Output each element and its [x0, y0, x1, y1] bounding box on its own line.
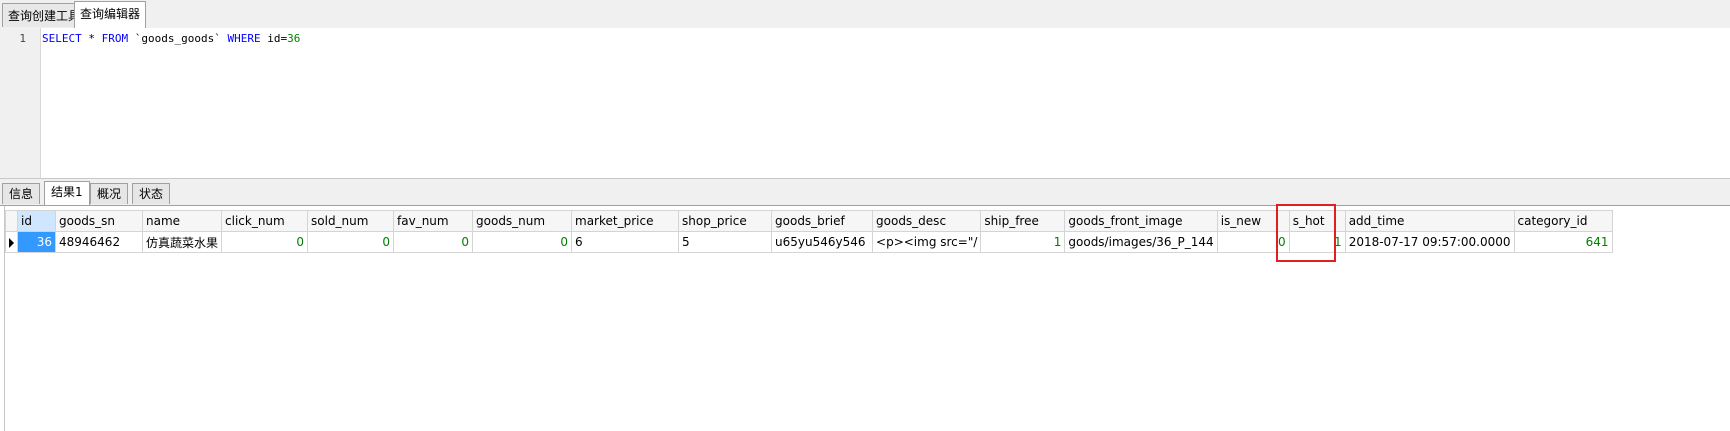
result-grid[interactable]: id goods_sn name click_num sold_num fav_… — [5, 210, 1613, 253]
sql-condition-value: 36 — [287, 32, 301, 45]
cell-shop-price[interactable]: 5 — [678, 231, 773, 253]
column-header-category-id[interactable]: category_id — [1513, 210, 1613, 232]
cell-id[interactable]: 36 — [17, 231, 56, 253]
sql-table-name: `goods_goods` — [128, 32, 228, 45]
annotation-highlight-box — [1276, 204, 1336, 262]
tab-profile[interactable]: 概况 — [90, 183, 129, 204]
tab-status[interactable]: 状态 — [132, 183, 171, 204]
column-header-shop-price[interactable]: shop_price — [678, 210, 773, 232]
cell-fav-num[interactable]: 0 — [393, 231, 474, 253]
sql-code-line[interactable]: SELECT * FROM `goods_goods` WHERE id=36 — [42, 32, 300, 45]
column-header-id[interactable]: id — [17, 210, 56, 232]
column-header-goods-num[interactable]: goods_num — [472, 210, 573, 232]
line-number-gutter: 1 — [0, 28, 41, 178]
tab-info[interactable]: 信息 — [2, 183, 41, 204]
column-header-fav-num[interactable]: fav_num — [393, 210, 474, 232]
current-row-indicator — [5, 231, 18, 253]
sql-condition-field: id= — [260, 32, 288, 45]
column-header-goods-sn[interactable]: goods_sn — [55, 210, 143, 232]
sql-editor[interactable]: 1 SELECT * FROM `goods_goods` WHERE id=3… — [0, 28, 1730, 179]
column-header-goods-brief[interactable]: goods_brief — [771, 210, 874, 232]
cell-add-time[interactable]: 2018-07-17 09:57:00.0000 — [1344, 231, 1515, 253]
column-header-name[interactable]: name — [141, 210, 223, 232]
column-header-goods-front-image[interactable]: goods_front_image — [1064, 210, 1218, 232]
grid-header-row: id goods_sn name click_num sold_num fav_… — [5, 210, 1613, 232]
result-tab-bar: 信息 结果1 概况 状态 — [0, 179, 1730, 206]
cell-goods-front-image[interactable]: goods/images/36_P_144 — [1064, 231, 1218, 253]
table-row[interactable]: 36 48946462 仿真蔬菜水果 0 0 0 0 6 5 u65yu546y… — [5, 231, 1613, 253]
cell-ship-free[interactable]: 1 — [980, 231, 1066, 253]
cell-category-id[interactable]: 641 — [1513, 231, 1613, 253]
cell-click-num[interactable]: 0 — [221, 231, 309, 253]
cell-market-price[interactable]: 6 — [571, 231, 680, 253]
cell-goods-sn[interactable]: 48946462 — [55, 231, 143, 253]
line-number: 1 — [19, 32, 26, 45]
sql-keyword-where: WHERE — [227, 32, 261, 45]
cell-goods-num[interactable]: 0 — [472, 231, 573, 253]
sql-star: * — [81, 32, 102, 45]
row-pointer-icon — [9, 237, 14, 248]
cell-goods-brief[interactable]: u65yu546y546 — [771, 231, 874, 253]
column-header-add-time[interactable]: add_time — [1344, 210, 1515, 232]
editor-tab-bar: 查询创建工具 查询编辑器 — [0, 0, 1730, 29]
row-indicator-header — [5, 210, 18, 232]
column-header-ship-free[interactable]: ship_free — [980, 210, 1066, 232]
sql-keyword-from: FROM — [101, 32, 129, 45]
sql-keyword-select: SELECT — [42, 32, 82, 45]
tab-query-editor[interactable]: 查询编辑器 — [74, 1, 147, 29]
cell-goods-desc[interactable]: <p><img src="/ — [872, 231, 982, 253]
column-header-market-price[interactable]: market_price — [571, 210, 680, 232]
cell-name[interactable]: 仿真蔬菜水果 — [141, 231, 223, 253]
cell-sold-num[interactable]: 0 — [307, 231, 395, 253]
column-header-goods-desc[interactable]: goods_desc — [872, 210, 982, 232]
column-header-sold-num[interactable]: sold_num — [307, 210, 395, 232]
column-header-click-num[interactable]: click_num — [221, 210, 309, 232]
tab-result1[interactable]: 结果1 — [44, 181, 90, 205]
